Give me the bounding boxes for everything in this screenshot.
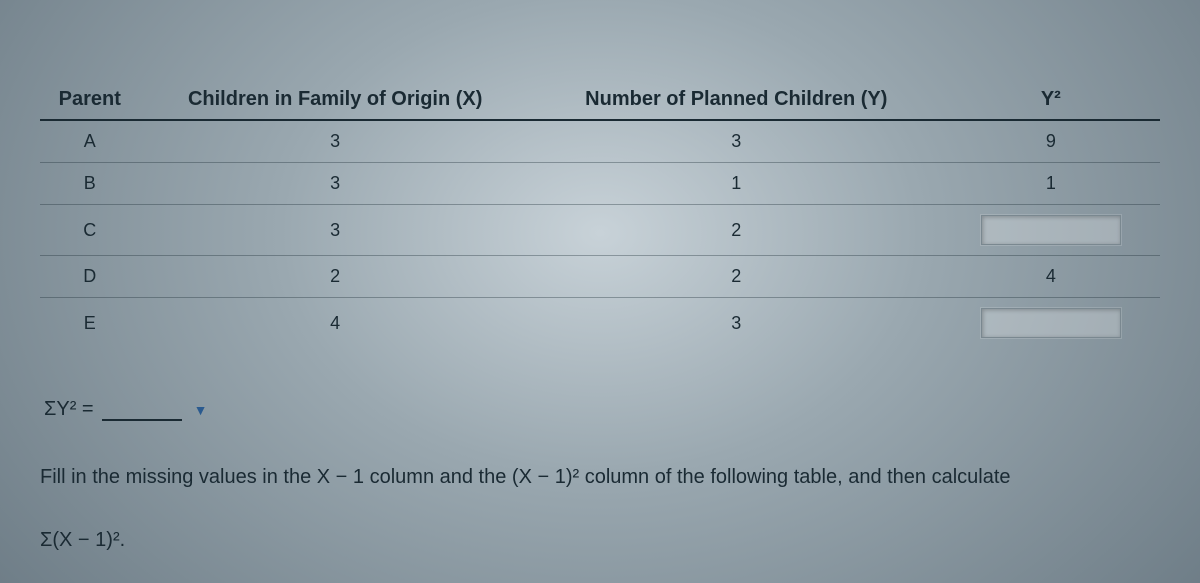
cell-parent: D — [40, 256, 139, 298]
cell-y: 2 — [531, 205, 942, 256]
cell-y: 2 — [531, 256, 942, 298]
table-row: A339 — [40, 120, 1160, 163]
sigma-y2-label: ΣY² = — [44, 398, 94, 421]
header-parent: Parent — [40, 80, 139, 120]
header-y: Number of Planned Children (Y) — [531, 80, 942, 120]
table-row: C32 — [40, 205, 1160, 256]
cell-x: 3 — [139, 205, 530, 256]
table-row: B311 — [40, 163, 1160, 205]
header-x: Children in Family of Origin (X) — [139, 80, 530, 120]
cell-y: 3 — [531, 120, 942, 163]
cell-x: 3 — [139, 163, 530, 205]
sigma-y2-answer-blank[interactable] — [102, 399, 182, 421]
cell-y: 3 — [531, 298, 942, 349]
table-row: D224 — [40, 256, 1160, 298]
cell-x: 3 — [139, 120, 530, 163]
cell-y2 — [942, 205, 1160, 256]
cell-x: 2 — [139, 256, 530, 298]
cell-parent: A — [40, 120, 139, 163]
cell-y: 1 — [531, 163, 942, 205]
cell-y2 — [942, 298, 1160, 349]
sigma-y2-row: ΣY² = ▼ — [44, 398, 1160, 421]
dropdown-caret-icon[interactable]: ▼ — [194, 402, 208, 418]
cell-parent: C — [40, 205, 139, 256]
cell-parent: B — [40, 163, 139, 205]
cell-y2: 9 — [942, 120, 1160, 163]
y2-input[interactable] — [981, 215, 1121, 245]
cell-parent: E — [40, 298, 139, 349]
table-row: E43 — [40, 298, 1160, 349]
cell-y2: 4 — [942, 256, 1160, 298]
cell-y2: 1 — [942, 163, 1160, 205]
instruction-text: Fill in the missing values in the X − 1 … — [40, 461, 1160, 493]
header-y2: Y² — [942, 80, 1160, 120]
y2-input[interactable] — [981, 308, 1121, 338]
cell-x: 4 — [139, 298, 530, 349]
formula-text: Σ(X − 1)². — [40, 529, 1160, 552]
data-table: Parent Children in Family of Origin (X) … — [40, 80, 1160, 348]
